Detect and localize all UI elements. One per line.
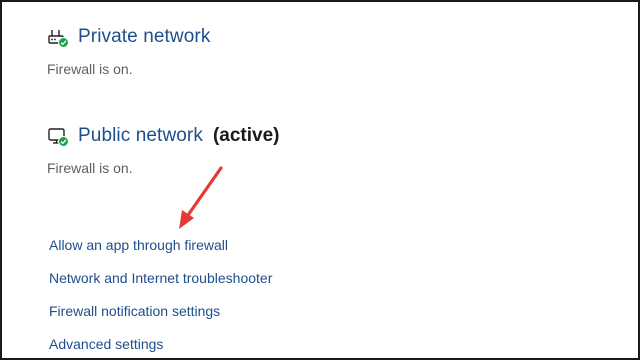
firewall-notification-settings-link[interactable]: Firewall notification settings xyxy=(49,301,272,334)
private-network-section: Private network Firewall is on. xyxy=(47,22,210,77)
private-network-title[interactable]: Private network xyxy=(78,26,210,48)
related-links: Allow an app through firewall Network an… xyxy=(49,235,272,360)
private-network-icon xyxy=(47,27,69,48)
public-network-status: Firewall is on. xyxy=(47,160,133,176)
public-network-section: Public network (active) Firewall is on. xyxy=(47,121,280,176)
advanced-settings-link[interactable]: Advanced settings xyxy=(49,334,272,360)
public-network-title[interactable]: Public network xyxy=(78,125,203,147)
public-network-icon xyxy=(47,126,69,147)
firewall-settings-window: Private network Firewall is on. Public n… xyxy=(0,0,640,360)
allow-app-through-firewall-link[interactable]: Allow an app through firewall xyxy=(49,235,272,268)
public-network-header[interactable]: Public network (active) xyxy=(47,121,280,151)
check-icon xyxy=(58,37,69,48)
check-icon xyxy=(58,136,69,147)
private-network-header[interactable]: Private network xyxy=(47,22,210,52)
network-troubleshooter-link[interactable]: Network and Internet troubleshooter xyxy=(49,268,272,301)
private-network-status: Firewall is on. xyxy=(47,61,133,77)
active-network-label: (active) xyxy=(212,125,280,146)
